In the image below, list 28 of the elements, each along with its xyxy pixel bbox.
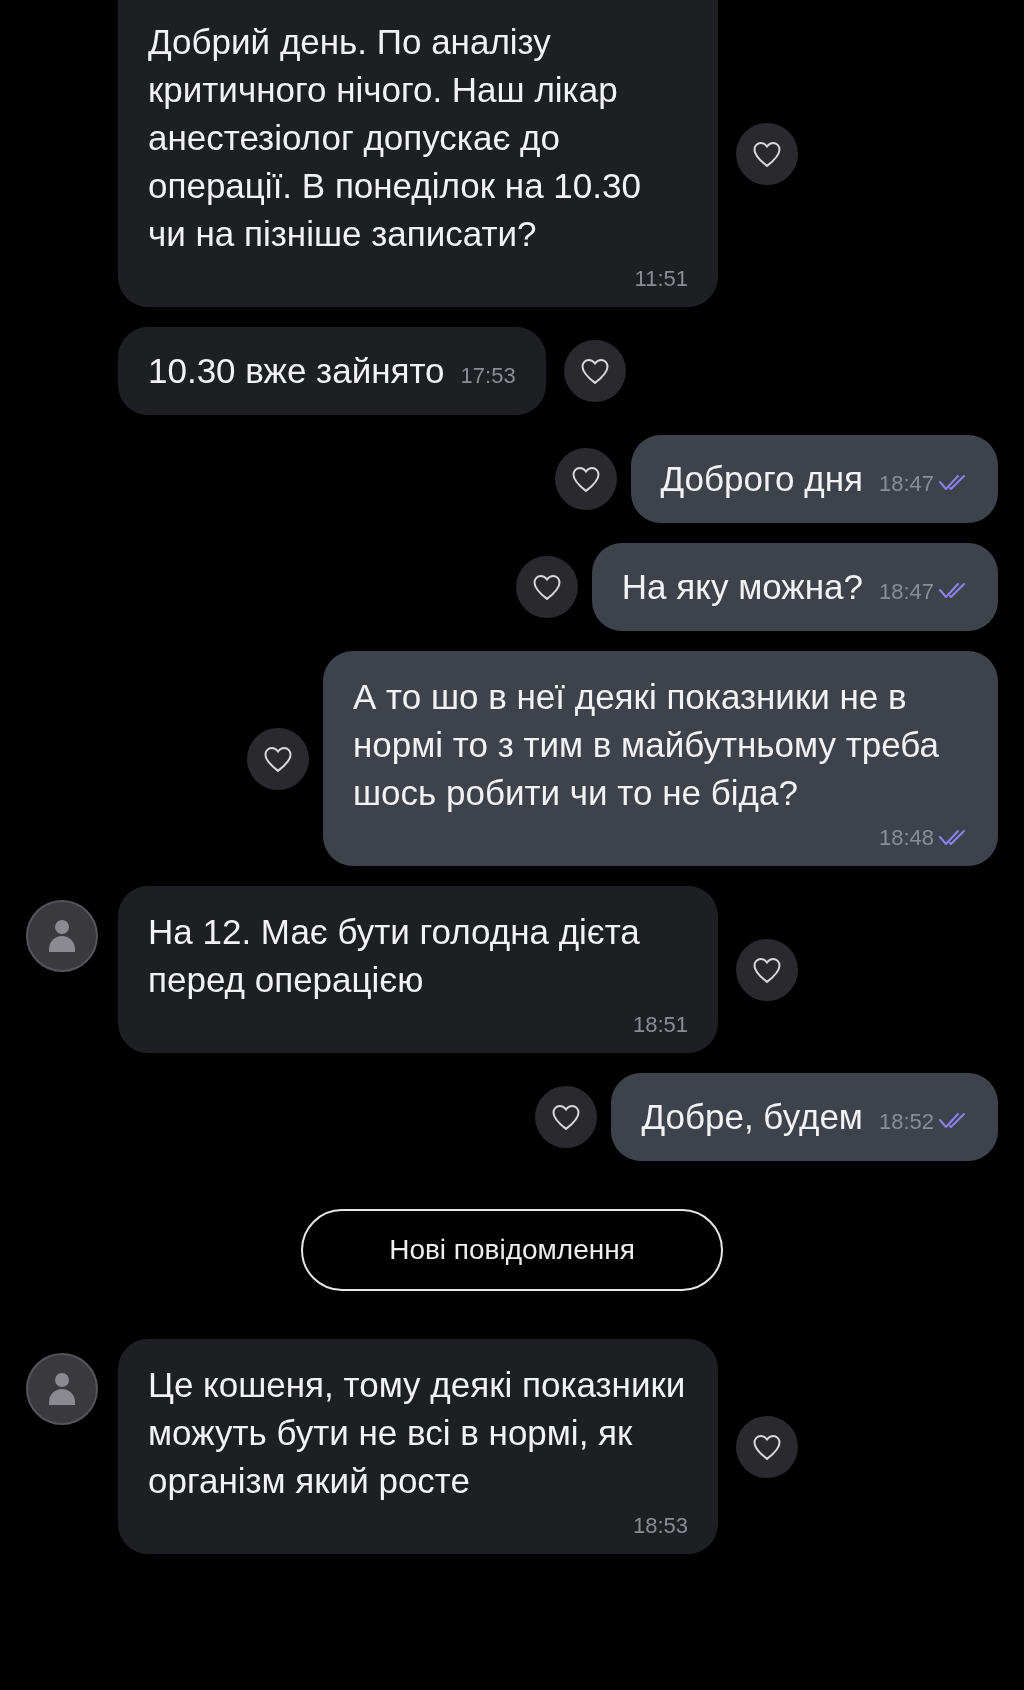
heart-icon [752, 1432, 782, 1461]
heart-icon [531, 573, 562, 601]
message-text: Це кошеня, тому деякі показники можуть бути не всі в нормі, як організм який росте [148, 1364, 687, 1502]
heart-icon [752, 139, 782, 168]
message-time: 11:51 [634, 265, 688, 293]
heart-icon [551, 1103, 582, 1131]
heart-icon [579, 357, 610, 385]
double-check-icon [938, 1112, 968, 1130]
message-time: 18:51 [632, 1011, 688, 1039]
heart-icon [570, 465, 601, 493]
double-check-icon [938, 582, 968, 600]
message-text: 10.30 вже зайнято [148, 349, 445, 392]
heart-icon [263, 744, 293, 773]
message-text: Добрий день. По аналізу критичного нічого. Наш лікар анестезіолог допускає до операції. В понеділок на 10.30 чи на пізніше записати? [148, 21, 642, 255]
message-time: 18:52 [878, 1107, 934, 1136]
message-text: А то шо в неї деякі показники не в нормі то з тим в майбутньому треба шось робити чи то не біда? [353, 676, 940, 814]
message-time: 18:47 [878, 469, 934, 498]
message-text: Доброго дня [660, 457, 863, 500]
message-time: 18:48 [878, 824, 934, 852]
double-check-icon [938, 828, 968, 847]
message-time: 18:47 [878, 577, 934, 606]
message-text: Добре, будем [641, 1095, 863, 1138]
double-check-icon [938, 474, 968, 492]
message-time: 18:53 [632, 1512, 688, 1540]
heart-icon [752, 955, 782, 984]
message-time: 17:53 [460, 361, 516, 390]
message-text: На 12. Має бути голодна дієта перед операцією [148, 911, 641, 1001]
message-text: На яку можна? [621, 565, 863, 608]
